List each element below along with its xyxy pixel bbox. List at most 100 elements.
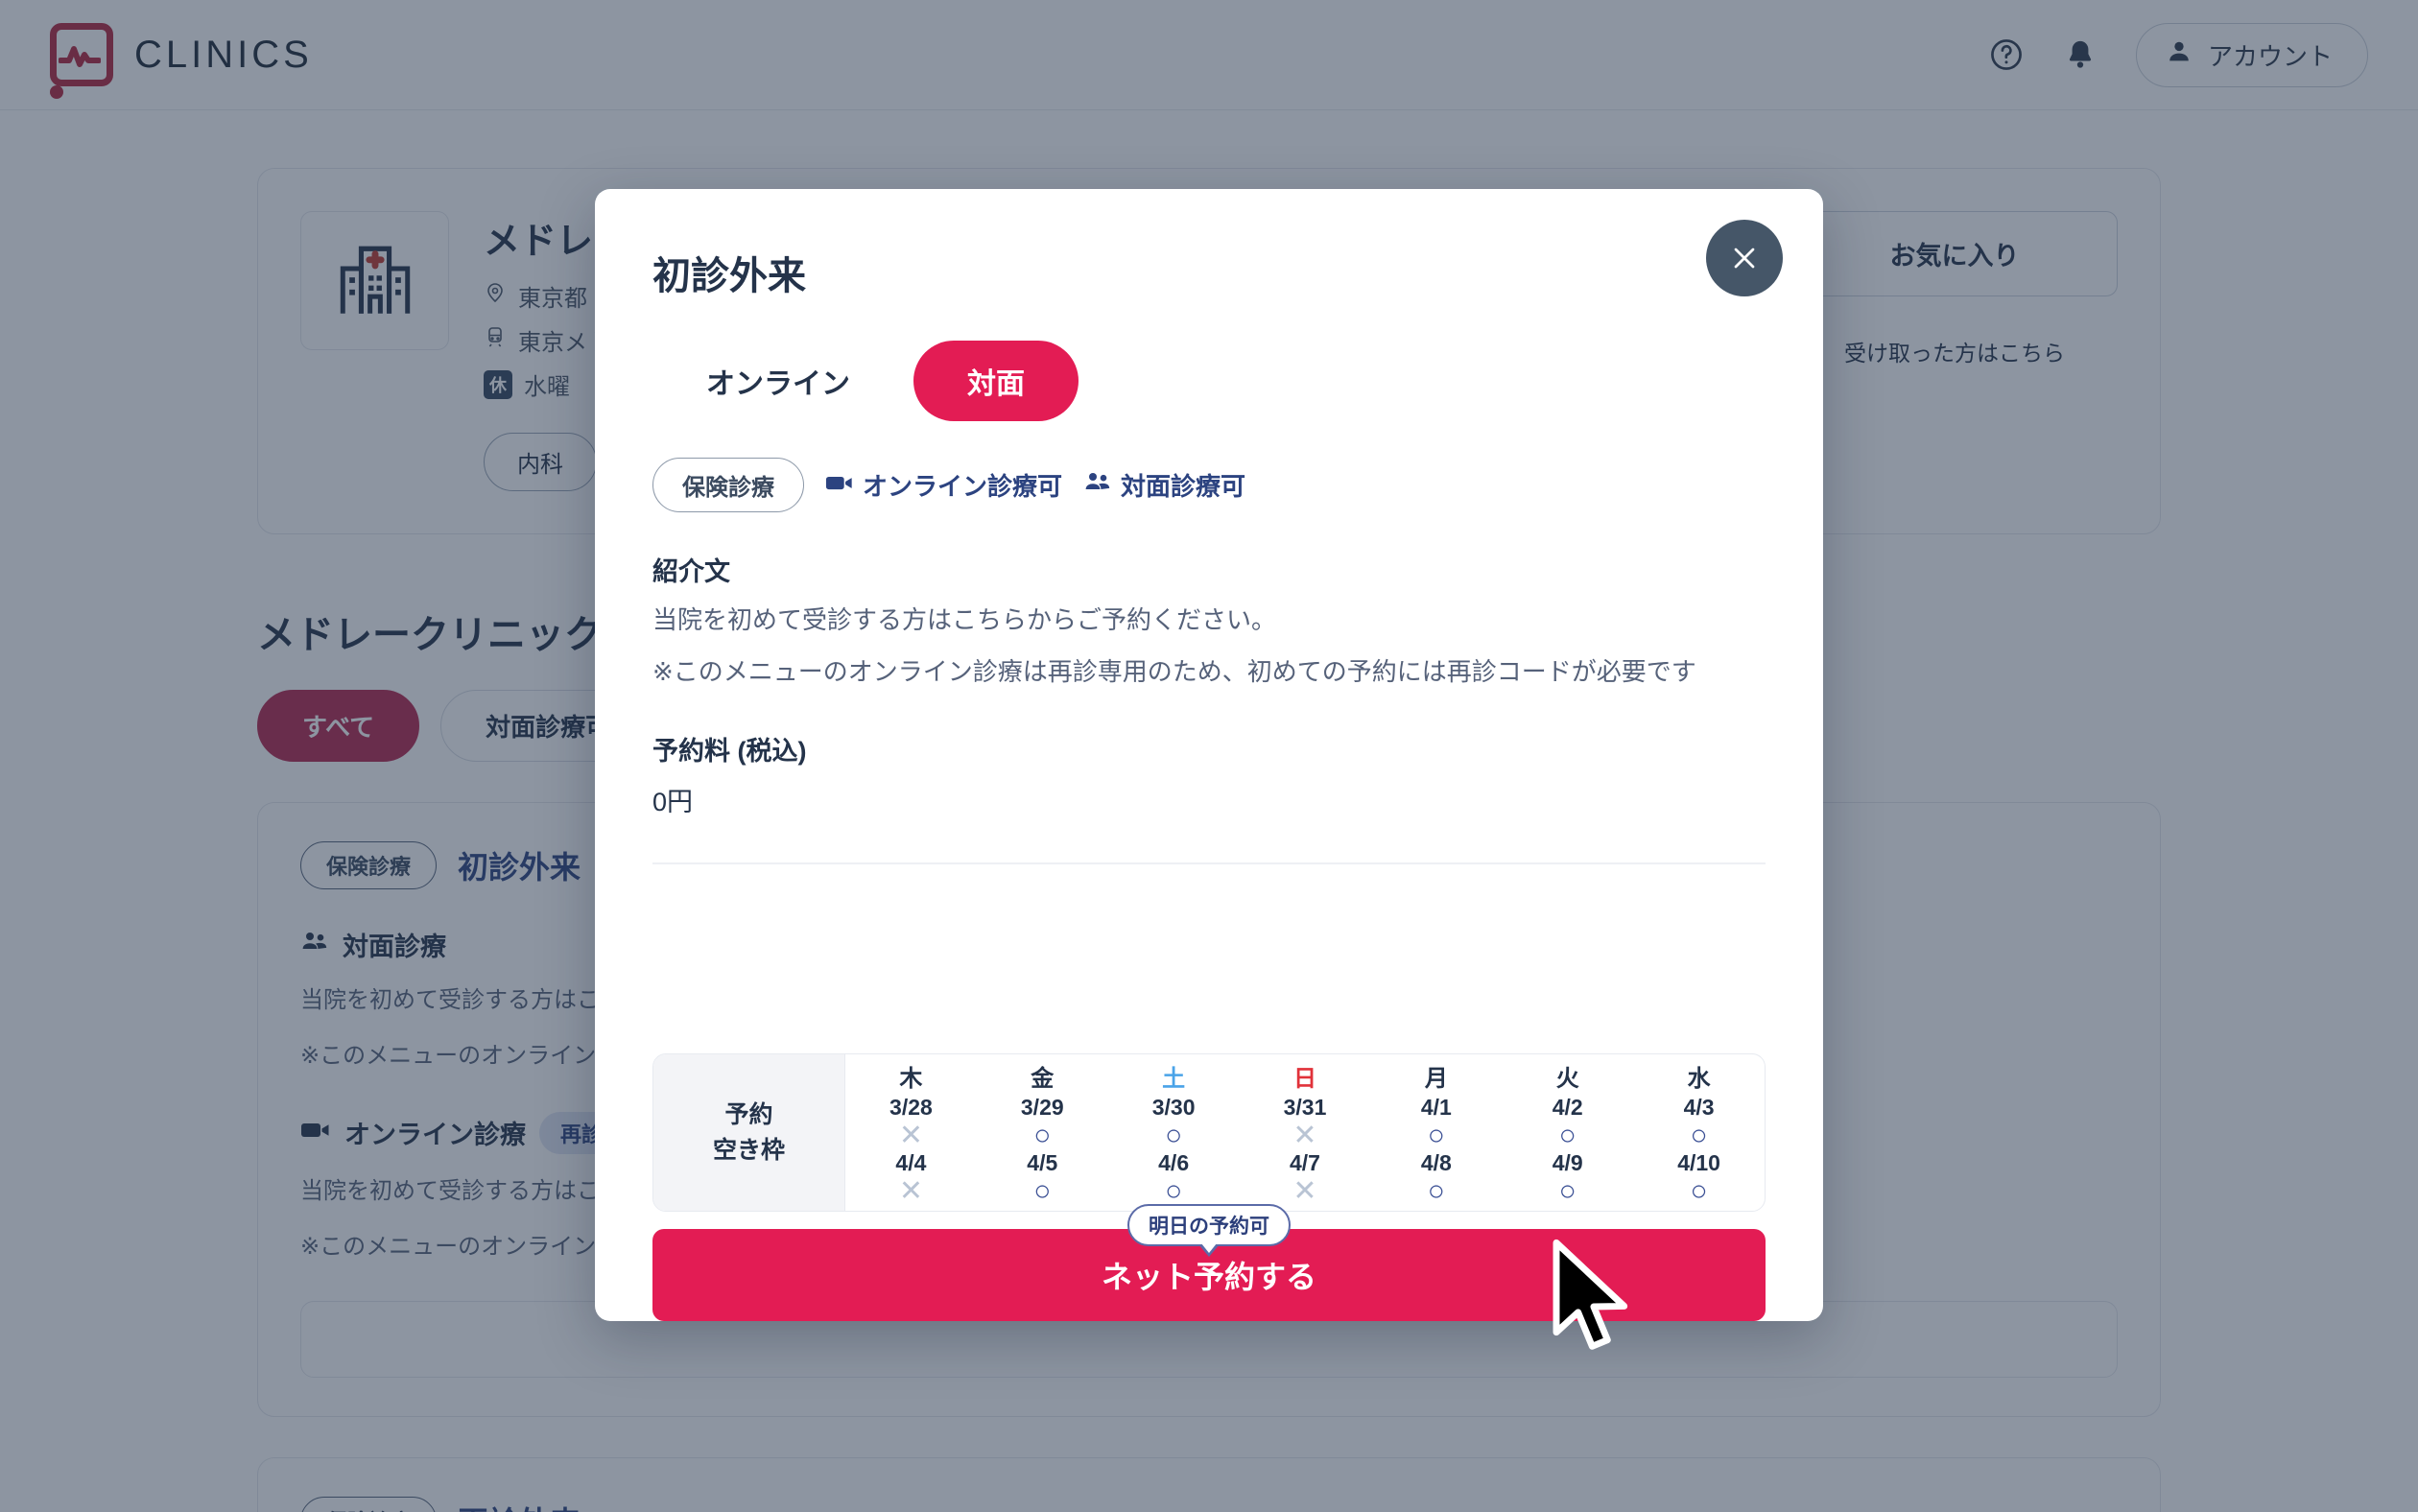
intro-line-1: 当院を初めて受診する方はこちらからご予約ください。 xyxy=(652,605,1277,634)
availability-cell: ○ xyxy=(1502,1120,1633,1151)
availability-label-line-2: 空き枠 xyxy=(712,1136,785,1164)
people-icon xyxy=(1083,470,1112,500)
availability-cell: ○ xyxy=(1502,1176,1633,1207)
fee-heading: 予約料 (税込) xyxy=(652,737,807,767)
video-camera-icon xyxy=(825,470,854,500)
date-label: 4/10 xyxy=(1677,1150,1720,1175)
availability-cell: 4/2 xyxy=(1502,1095,1633,1121)
date-label: 4/9 xyxy=(1552,1150,1583,1175)
modal-header: 初診外来 xyxy=(595,189,1823,333)
modal-divider xyxy=(652,862,1766,865)
tomorrow-available-tooltip: 明日の予約可 xyxy=(1127,1204,1291,1246)
cta-section: 明日の予約可 ネット予約する xyxy=(595,1204,1823,1321)
intro-line-2: ※このメニューのオンライン診療は再診専用のため、初めての予約には再診コードが必要… xyxy=(652,657,1696,687)
date-label: 4/5 xyxy=(1027,1150,1058,1175)
slot-available-icon[interactable]: ○ xyxy=(1633,1120,1765,1151)
date-label: 3/30 xyxy=(1151,1094,1196,1120)
availability-cell: ○ xyxy=(1108,1176,1240,1207)
slot-available-icon[interactable]: ○ xyxy=(1108,1120,1240,1151)
availability-cell: ○ xyxy=(1108,1120,1240,1151)
availability-cell: ○ xyxy=(1633,1120,1765,1151)
slot-available-icon[interactable]: ○ xyxy=(1502,1176,1633,1207)
day-of-week-header: 木 xyxy=(899,1065,923,1092)
close-icon[interactable] xyxy=(1706,220,1783,296)
availability-cell: ✕ xyxy=(1240,1176,1371,1207)
slot-available-icon[interactable]: ○ xyxy=(1633,1176,1765,1207)
availability-cell: 土 xyxy=(1108,1059,1240,1095)
menu-attributes-row: 保険診療 オンライン診療可 対面診療可 xyxy=(652,458,1766,512)
date-label: 4/7 xyxy=(1290,1150,1320,1175)
slot-available-icon[interactable]: ○ xyxy=(1108,1176,1240,1207)
online-available-label: オンライン診療可 xyxy=(863,472,1063,501)
day-of-week-header: 火 xyxy=(1555,1065,1579,1092)
availability-section: 予約 空き枠 木 金 土 日 月 火 水 3/28 3/29 3/30 3/31 4/1 4/2 4/3 ✕… xyxy=(595,1025,1823,1212)
menu-detail-modal: 初診外来 オンライン 対面 保険診療 オンライン診療可 対面診療可 紹介文 当院… xyxy=(595,189,1823,1321)
date-label: 4/3 xyxy=(1683,1094,1715,1120)
slot-unavailable-icon[interactable]: ✕ xyxy=(1240,1120,1371,1151)
availability-grid: 木金土日月火水 3/28 3/29 3/30 3/31 4/1 4/2 4/3 ✕ ○ ○ ✕ ○ ○ ○ 4… xyxy=(845,1054,1765,1211)
date-label: 3/31 xyxy=(1283,1094,1327,1120)
availability-cell: ○ xyxy=(977,1120,1108,1151)
availability-cell: 4/3 xyxy=(1633,1095,1765,1121)
date-label: 3/29 xyxy=(1020,1094,1064,1120)
day-of-week-header: 水 xyxy=(1687,1065,1711,1092)
day-of-week-header: 土 xyxy=(1162,1065,1186,1092)
availability-cell: 火 xyxy=(1502,1059,1633,1095)
date-label: 4/4 xyxy=(895,1150,927,1175)
day-of-week-header: 日 xyxy=(1292,1065,1316,1092)
segment-online[interactable]: オンライン xyxy=(652,341,904,421)
availability-cell: 4/1 xyxy=(1370,1095,1502,1121)
availability-table: 予約 空き枠 木 金 土 日 月 火 水 3/28 3/29 3/30 3/31 4/1 4/2 4/3 ✕… xyxy=(652,1053,1766,1212)
inperson-available-item: 対面診療可 xyxy=(1083,467,1245,503)
availability-cell: 木 xyxy=(845,1059,977,1095)
availability-cell: ○ xyxy=(1370,1176,1502,1207)
availability-cell: 4/5 xyxy=(977,1150,1108,1176)
date-label: 4/1 xyxy=(1420,1094,1452,1120)
availability-cell: ○ xyxy=(1633,1176,1765,1207)
availability-cell: 日 xyxy=(1240,1059,1371,1095)
day-of-week-header: 月 xyxy=(1424,1065,1448,1092)
slot-available-icon[interactable]: ○ xyxy=(977,1120,1108,1151)
fee-value: 0円 xyxy=(652,788,694,817)
slot-available-icon[interactable]: ○ xyxy=(1370,1120,1502,1151)
intro-heading: 紹介文 xyxy=(652,557,730,586)
availability-cell: 4/9 xyxy=(1502,1150,1633,1176)
availability-cell: ○ xyxy=(977,1176,1108,1207)
availability-label-line-1: 予約 xyxy=(724,1101,773,1129)
availability-cell: 3/31 xyxy=(1240,1095,1371,1121)
availability-cell: ✕ xyxy=(1240,1120,1371,1151)
slot-unavailable-icon[interactable]: ✕ xyxy=(845,1120,977,1151)
date-label: 3/28 xyxy=(889,1094,933,1120)
modal-title: 初診外来 xyxy=(652,255,806,297)
segment-inperson[interactable]: 対面 xyxy=(913,341,1079,421)
slot-unavailable-icon[interactable]: ✕ xyxy=(845,1176,977,1207)
availability-cell: 3/30 xyxy=(1108,1095,1240,1121)
modal-body: オンライン 対面 保険診療 オンライン診療可 対面診療可 紹介文 当院を初めて受… xyxy=(595,333,1823,1025)
availability-cell: ✕ xyxy=(845,1120,977,1151)
day-of-week-header: 金 xyxy=(1031,1065,1055,1092)
consultation-mode-toggle: オンライン 対面 xyxy=(652,341,1766,421)
inperson-available-label: 対面診療可 xyxy=(1121,472,1246,501)
online-available-item: オンライン診療可 xyxy=(825,467,1062,503)
availability-cell: 月 xyxy=(1370,1059,1502,1095)
date-label: 4/6 xyxy=(1158,1150,1190,1175)
availability-cell: ✕ xyxy=(845,1176,977,1207)
availability-cell: 3/28 xyxy=(845,1095,977,1121)
app-screen: CLINICS xyxy=(0,0,2418,1512)
availability-cell: 水 xyxy=(1633,1059,1765,1095)
availability-cell: 4/8 xyxy=(1370,1150,1502,1176)
slot-available-icon[interactable]: ○ xyxy=(1502,1120,1633,1151)
slot-unavailable-icon[interactable]: ✕ xyxy=(1240,1176,1371,1207)
date-label: 4/2 xyxy=(1552,1094,1583,1120)
date-label: 4/8 xyxy=(1420,1150,1452,1175)
slot-available-icon[interactable]: ○ xyxy=(977,1176,1108,1207)
availability-cell: 4/7 xyxy=(1240,1150,1371,1176)
availability-cell: 4/10 xyxy=(1633,1150,1765,1176)
slot-available-icon[interactable]: ○ xyxy=(1370,1176,1502,1207)
insurance-pill: 保険診療 xyxy=(652,458,804,512)
availability-label: 予約 空き枠 xyxy=(653,1054,845,1211)
availability-cell: 4/4 xyxy=(845,1150,977,1176)
availability-cell: 金 xyxy=(977,1059,1108,1095)
availability-cell: 4/6 xyxy=(1108,1150,1240,1176)
availability-cell: ○ xyxy=(1370,1120,1502,1151)
